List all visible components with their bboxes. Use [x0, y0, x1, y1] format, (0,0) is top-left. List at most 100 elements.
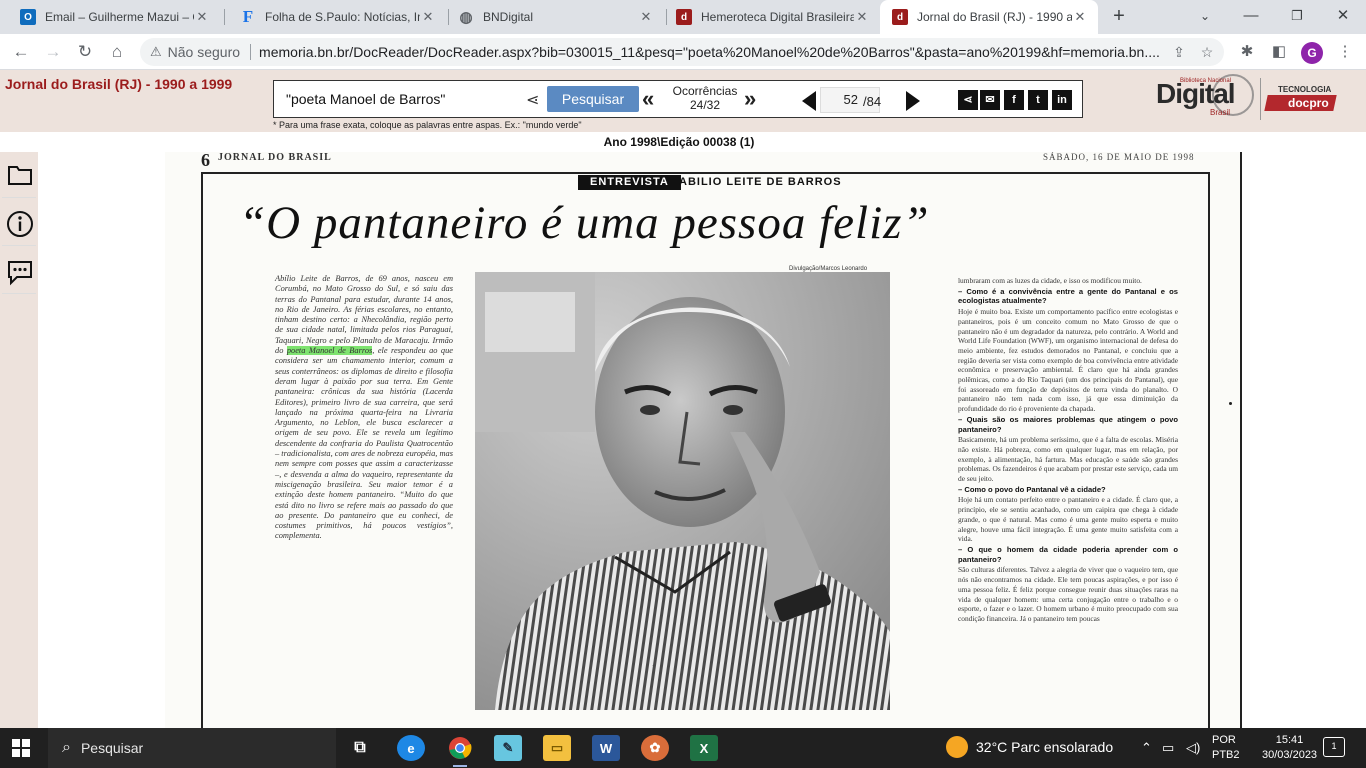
url-text[interactable]: memoria.bn.br/DocReader/DocReader.aspx?b…: [259, 44, 1168, 60]
tab-label: Email – Guilherme Mazui – O: [45, 10, 194, 24]
answer-text: Basicamente, há um problema seríssimo, q…: [958, 435, 1178, 484]
back-button[interactable]: ←: [8, 40, 34, 64]
linkedin-icon[interactable]: in: [1052, 90, 1072, 110]
logo-bottom-text: Brasil: [1210, 108, 1231, 117]
edition-title: Ano 1998\Edição 00038 (1): [144, 132, 1214, 152]
folder-icon: [8, 166, 32, 185]
headline: “O pantaneiro é uma pessoa feliz”: [239, 197, 930, 249]
restore-button[interactable]: ❐: [1274, 0, 1320, 34]
weather-widget[interactable]: 32°C Parc ensolarado: [946, 736, 1113, 758]
search-input[interactable]: [282, 85, 547, 113]
occurrences-label: Ocorrências: [672, 84, 738, 98]
email-icon[interactable]: ✉: [980, 90, 1000, 110]
next-page-icon[interactable]: [906, 91, 920, 111]
answer-text: São culturas diferentes. Talvez a alegri…: [958, 565, 1178, 623]
logo-tec-text: TECNOLOGIA: [1278, 85, 1332, 94]
comments-button[interactable]: [2, 250, 36, 294]
close-window-button[interactable]: ✕: [1320, 0, 1366, 34]
bookmark-star-icon[interactable]: ☆: [1196, 44, 1218, 61]
share-icon[interactable]: ⇪: [1168, 44, 1190, 61]
scroll-marker: [1229, 402, 1232, 405]
info-button[interactable]: [2, 202, 36, 246]
newspaper-page[interactable]: 6 JORNAL DO BRASIL SÁBADO, 16 DE MAIO DE…: [165, 152, 1240, 728]
page-total: /84: [863, 94, 882, 109]
outlook-icon: O: [20, 9, 36, 25]
paint-icon[interactable]: ✿: [641, 735, 669, 761]
minimize-button[interactable]: —: [1228, 0, 1274, 34]
clock-time: 15:41: [1275, 734, 1304, 746]
previous-occurrence-icon[interactable]: «: [642, 87, 654, 111]
tab-label: BNDigital: [483, 10, 534, 24]
viewer-scrollbar[interactable]: [1240, 152, 1242, 728]
tab-strip: O Email – Guilherme Mazui – O ✕ F Folha …: [0, 0, 1366, 34]
tab-hemeroteca[interactable]: d Hemeroteca Digital Brasileira ✕: [664, 0, 880, 34]
section-kicker: ENTREVISTA: [578, 175, 681, 190]
close-icon[interactable]: ✕: [1072, 9, 1088, 25]
share-icon[interactable]: ⋖: [958, 90, 978, 110]
warning-icon[interactable]: ⚠: [150, 44, 162, 60]
close-icon[interactable]: ✕: [638, 9, 654, 25]
search-icon: ⌕: [62, 739, 71, 756]
question-text: – Como o povo do Pantanal vê a cidade?: [958, 484, 1106, 494]
tab-label: Jornal do Brasil (RJ) - 1990 a: [917, 10, 1072, 24]
tab-search-chevron-icon[interactable]: ⌄: [1182, 0, 1228, 34]
paper-date: SÁBADO, 16 DE MAIO DE 1998: [1043, 152, 1195, 162]
security-label[interactable]: Não seguro: [168, 44, 240, 60]
language-indicator[interactable]: POR PTB2: [1212, 733, 1240, 763]
edge-icon[interactable]: e: [397, 735, 425, 761]
extensions-icon[interactable]: ✱: [1236, 42, 1258, 62]
site-header: Jornal do Brasil (RJ) - 1990 a 1999 ⋖ Pe…: [0, 70, 1366, 132]
side-panel-icon[interactable]: ◧: [1268, 42, 1290, 62]
next-occurrence-icon[interactable]: »: [744, 87, 756, 111]
reload-button[interactable]: ↻: [72, 40, 98, 64]
answer-text: Hoje é muito boa. Existe um comportament…: [958, 307, 1178, 414]
viewer-sidebar: [0, 152, 38, 728]
task-view-icon[interactable]: ⧉: [346, 735, 374, 761]
info-icon: [7, 211, 33, 237]
intro-text: Abílio Leite de Barros, de 69 anos, nasc…: [275, 274, 453, 356]
windows-start-icon[interactable]: [12, 739, 30, 757]
folha-icon: F: [242, 7, 254, 26]
clock[interactable]: 15:41 30/03/2023: [1262, 733, 1317, 763]
address-bar: ← → ↻ ⌂ ⚠ Não seguro memoria.bn.br/DocRe…: [0, 34, 1366, 70]
chrome-icon[interactable]: [446, 735, 474, 761]
hemeroteca-icon: d: [676, 9, 692, 25]
intro-text-continued: , ele respondeu ao que considera ser um …: [275, 346, 454, 541]
network-icon[interactable]: ▭: [1162, 740, 1174, 756]
close-icon[interactable]: ✕: [420, 9, 436, 25]
word-icon[interactable]: W: [592, 735, 620, 761]
close-icon[interactable]: ✕: [854, 9, 870, 25]
previous-page-icon[interactable]: [802, 91, 816, 111]
search-highlight: poeta Manoel de Barros: [286, 346, 373, 356]
menu-kebab-icon[interactable]: ⋮: [1334, 42, 1356, 62]
excel-icon[interactable]: X: [690, 735, 718, 761]
tab-bndigital[interactable]: ◍ BNDigital ✕: [446, 0, 664, 34]
page-number: 6: [201, 152, 210, 170]
twitter-icon[interactable]: t: [1028, 90, 1048, 110]
comment-icon: [8, 261, 32, 286]
taskbar-search[interactable]: ⌕ Pesquisar: [48, 728, 336, 768]
snipping-tool-icon[interactable]: ✎: [494, 735, 522, 761]
file-explorer-icon[interactable]: ▭: [543, 735, 571, 761]
interviewee-name: ABILIO LEITE DE BARROS: [679, 176, 842, 188]
facebook-icon[interactable]: f: [1004, 90, 1024, 110]
notification-center-icon[interactable]: 1: [1323, 737, 1345, 757]
forward-button[interactable]: →: [40, 40, 66, 64]
tray-chevron-icon[interactable]: ⌃: [1141, 740, 1152, 756]
home-button[interactable]: ⌂: [104, 40, 130, 64]
close-icon[interactable]: ✕: [194, 9, 210, 25]
tab-email[interactable]: O Email – Guilherme Mazui – O ✕: [8, 0, 220, 34]
share-icon[interactable]: ⋖: [526, 90, 539, 110]
paper-name: JORNAL DO BRASIL: [218, 152, 332, 163]
omnibox[interactable]: ⚠ Não seguro memoria.bn.br/DocReader/Doc…: [140, 38, 1224, 66]
search-button[interactable]: Pesquisar: [547, 86, 639, 112]
new-tab-button[interactable]: +: [1108, 6, 1130, 28]
tab-folha[interactable]: F Folha de S.Paulo: Notícias, Im ✕: [228, 0, 446, 34]
folder-button[interactable]: [2, 154, 36, 198]
profile-avatar[interactable]: G: [1301, 42, 1323, 64]
search-hint: * Para uma frase exata, coloque as palav…: [273, 120, 582, 130]
tab-jornal-do-brasil[interactable]: d Jornal do Brasil (RJ) - 1990 a ✕: [880, 0, 1098, 34]
answer-text: Hoje há um contato perfeito entre o pant…: [958, 495, 1178, 544]
volume-icon[interactable]: ◁): [1186, 740, 1200, 756]
clock-date: 30/03/2023: [1262, 749, 1318, 761]
